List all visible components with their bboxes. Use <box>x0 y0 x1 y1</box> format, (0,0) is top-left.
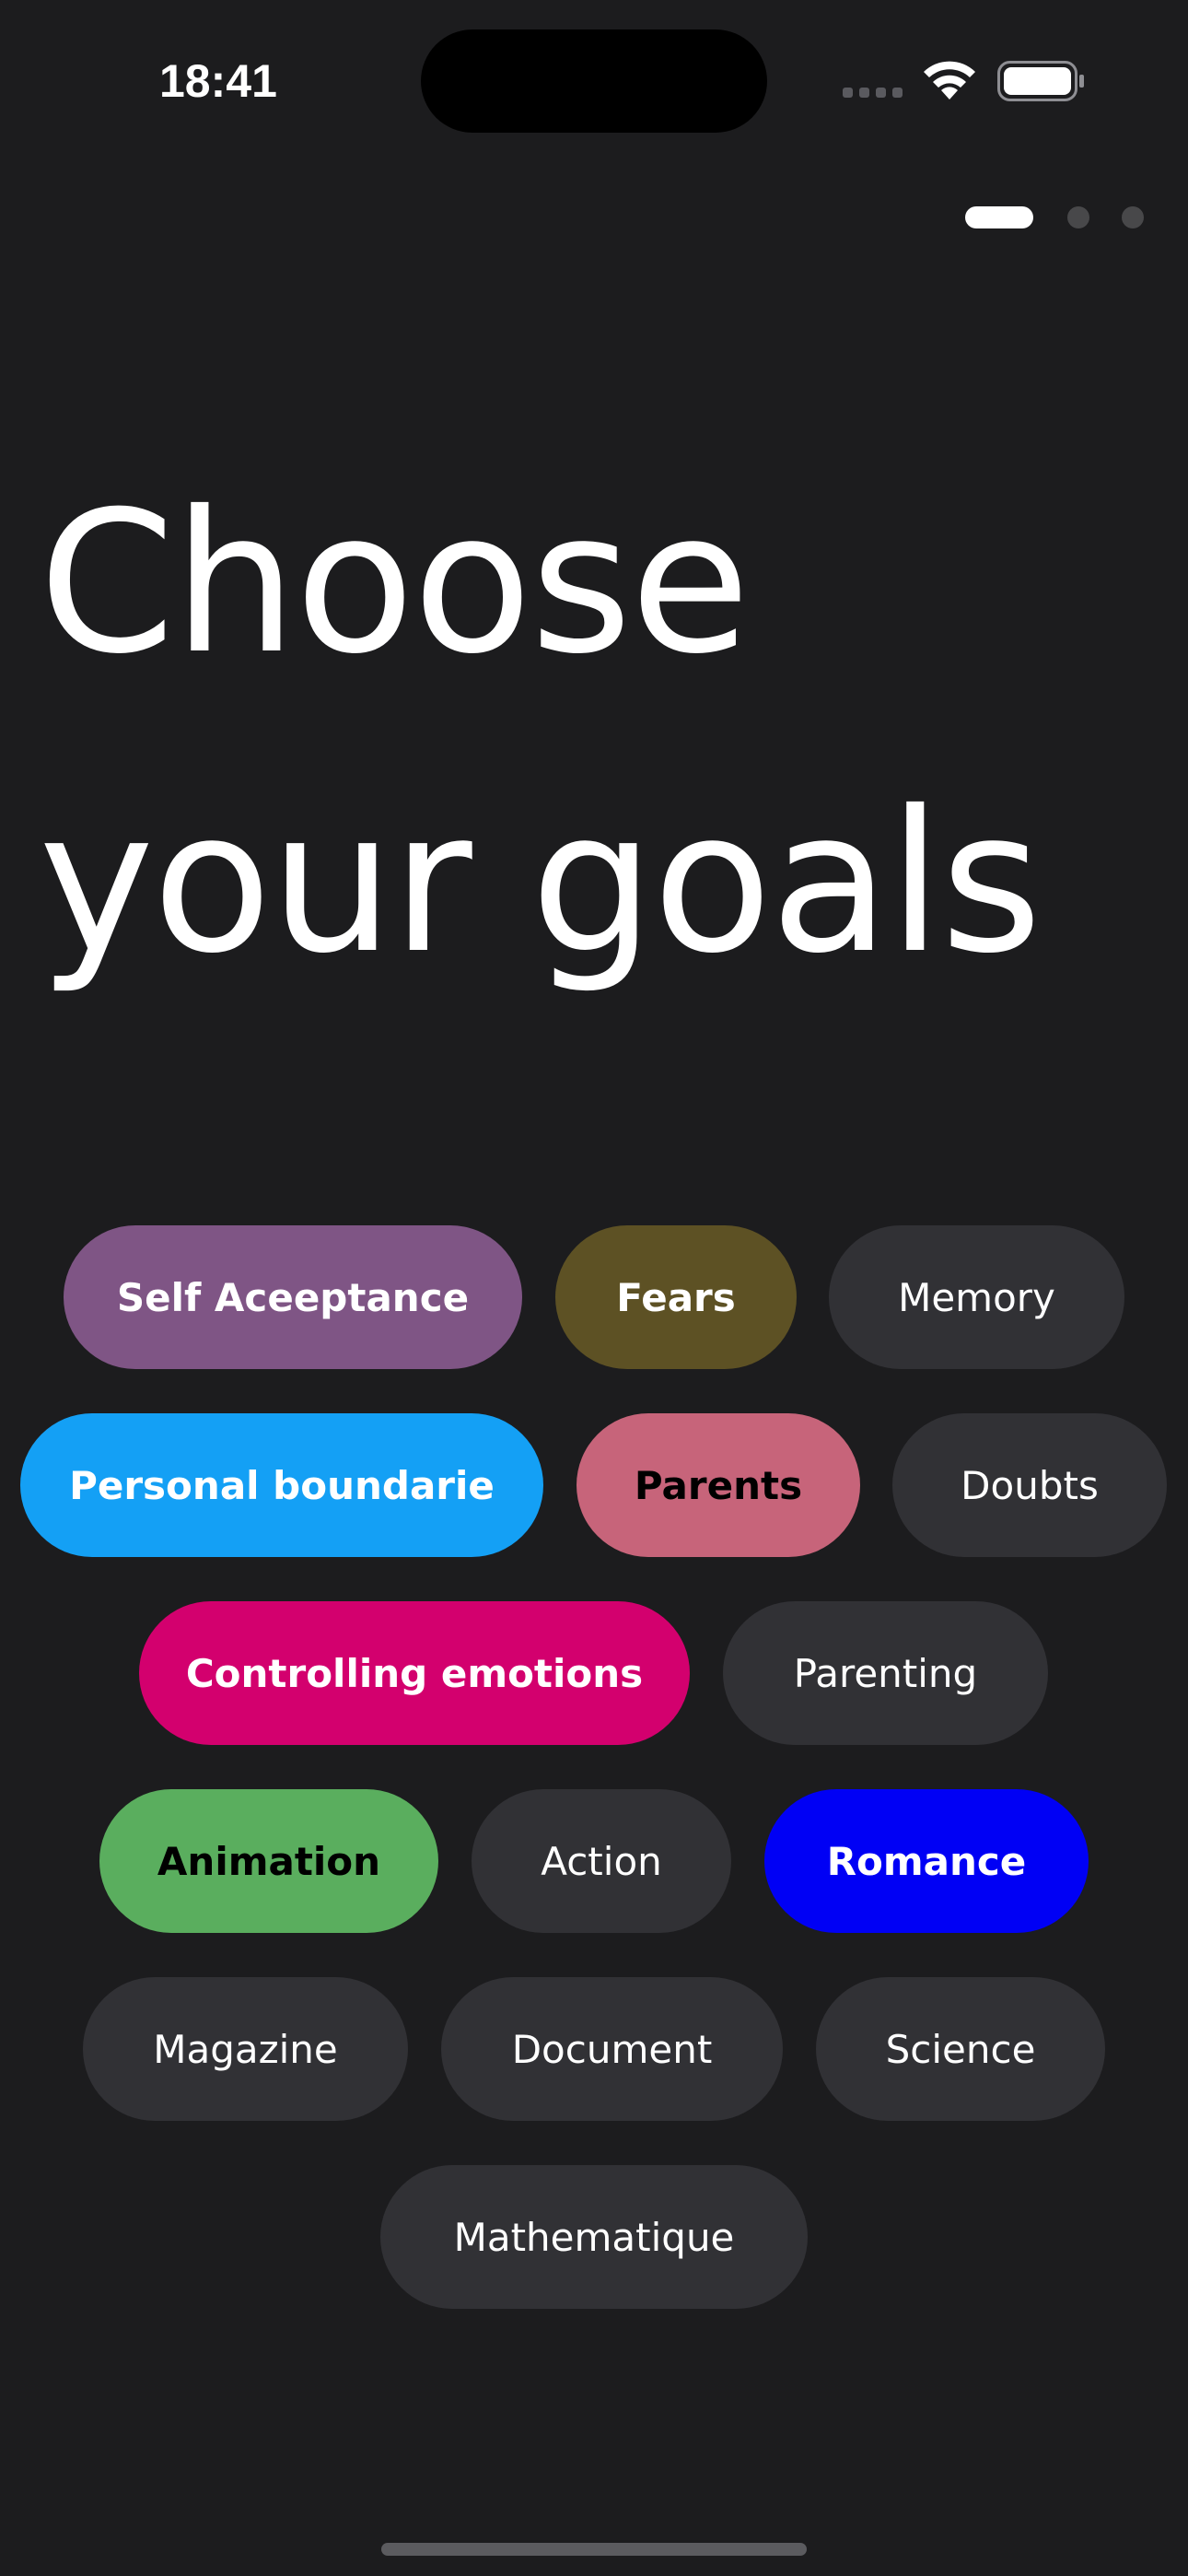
goal-chip-document[interactable]: Document <box>441 1977 783 2121</box>
goal-chip-memory[interactable]: Memory <box>829 1225 1124 1369</box>
goal-chip-label: Self Aceeptance <box>116 1274 470 1320</box>
page-dot <box>1122 206 1144 228</box>
goal-chip-label: Action <box>541 1838 662 1884</box>
status-time: 18:41 <box>159 55 277 107</box>
goal-chip-parents[interactable]: Parents <box>577 1413 860 1557</box>
dynamic-island <box>421 29 767 133</box>
goal-chip-label: Science <box>885 2026 1036 2072</box>
goal-chip-magazine[interactable]: Magazine <box>83 1977 408 2121</box>
goal-chip-personal-boundaries[interactable]: Personal boundarie <box>20 1413 543 1557</box>
goal-chip-label: Memory <box>898 1274 1055 1320</box>
title-line-1: Choose <box>39 469 751 697</box>
goal-chip-label: Mathematique <box>453 2214 735 2260</box>
goal-chip-mathematique[interactable]: Mathematique <box>380 2165 808 2309</box>
goal-chip-doubts[interactable]: Doubts <box>892 1413 1167 1557</box>
goal-chip-label: Parents <box>634 1462 803 1508</box>
goal-chip-fears[interactable]: Fears <box>555 1225 797 1369</box>
goal-chip-romance[interactable]: Romance <box>764 1789 1089 1933</box>
goal-chip-parenting[interactable]: Parenting <box>723 1601 1048 1745</box>
goal-chip-label: Doubts <box>961 1462 1099 1508</box>
home-indicator <box>381 2543 807 2556</box>
goal-chip-label: Parenting <box>793 1650 978 1696</box>
goal-chip-label: Magazine <box>153 2026 338 2072</box>
page-title: Choose your goals <box>39 433 1171 1032</box>
goal-chip-action[interactable]: Action <box>472 1789 731 1933</box>
goal-chip-label: Romance <box>826 1838 1027 1884</box>
goal-chip-label: Document <box>511 2026 713 2072</box>
goal-chip-label: Controlling emotions <box>185 1650 644 1696</box>
goal-chip-controlling-emotions[interactable]: Controlling emotions <box>139 1601 690 1745</box>
title-line-2: your goals <box>39 768 1042 996</box>
goal-chip-label: Fears <box>616 1274 736 1320</box>
goal-chip-label: Personal boundarie <box>69 1462 495 1508</box>
cellular-signal-icon <box>843 88 905 99</box>
page-dot <box>1067 206 1089 228</box>
goal-chip-self-acceptance[interactable]: Self Aceeptance <box>64 1225 522 1369</box>
goal-chip-animation[interactable]: Animation <box>99 1789 438 1933</box>
goal-chip-science[interactable]: Science <box>816 1977 1105 2121</box>
goal-chip-label: Animation <box>157 1838 381 1884</box>
page-dot-active <box>965 206 1033 228</box>
battery-icon <box>997 61 1084 101</box>
wifi-icon <box>924 61 975 100</box>
